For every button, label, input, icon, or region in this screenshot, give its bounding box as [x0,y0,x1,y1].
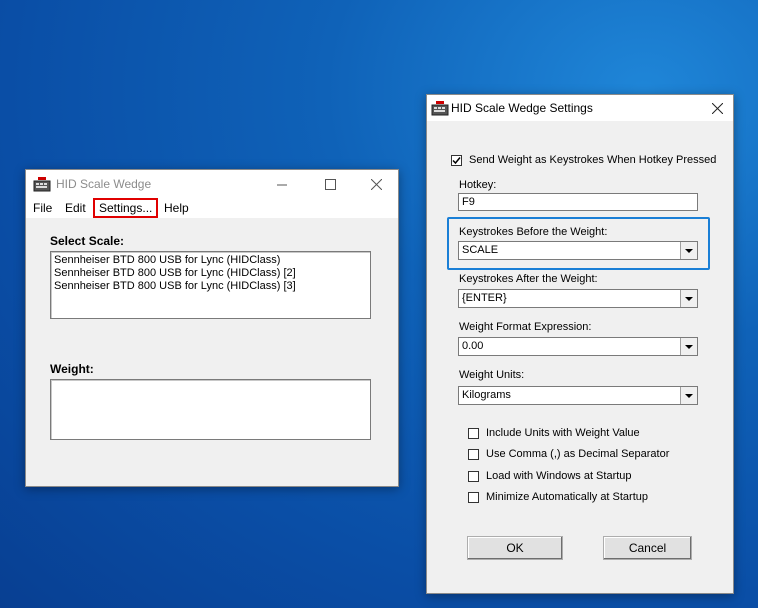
after-weight-label: Keystrokes After the Weight: [459,273,598,285]
app-icon [33,176,51,195]
list-item[interactable]: Sennheiser BTD 800 USB for Lync (HIDClas… [51,267,370,280]
comma-separator-row[interactable]: Use Comma (,) as Decimal Separator [468,448,669,460]
menu-help[interactable]: Help [160,200,193,216]
menu-edit[interactable]: Edit [61,200,90,216]
hotkey-label: Hotkey: [459,179,497,191]
main-titlebar[interactable]: HID Scale Wedge [26,170,398,198]
chevron-down-icon[interactable] [680,290,697,307]
close-icon[interactable] [707,98,727,118]
load-startup-row[interactable]: Load with Windows at Startup [468,470,632,482]
select-scale-label: Select Scale: [50,234,125,248]
settings-titlebar[interactable]: HID Scale Wedge Settings [427,95,733,121]
include-units-checkbox[interactable] [468,427,479,439]
format-expression-combo[interactable]: 0.00 [458,337,698,356]
list-item[interactable]: Sennheiser BTD 800 USB for Lync (HIDClas… [51,254,370,267]
scale-listbox[interactable]: Sennheiser BTD 800 USB for Lync (HIDClas… [50,251,371,319]
menu-bar: File Edit Settings... Help [26,198,398,218]
main-window: HID Scale Wedge File Edit Settings... He… [25,169,399,487]
settings-window-title: HID Scale Wedge Settings [451,101,593,115]
format-expression-value: 0.00 [462,340,484,352]
before-weight-value: SCALE [462,244,499,256]
comma-separator-checkbox[interactable] [468,448,479,460]
after-weight-value: {ENTER} [462,292,507,304]
chevron-down-icon[interactable] [680,338,697,355]
send-keystrokes-checkbox[interactable] [451,154,462,166]
maximize-icon[interactable] [320,174,340,194]
include-units-label: Include Units with Weight Value [486,427,640,439]
app-icon [431,100,449,119]
hotkey-field[interactable]: F9 [458,193,698,211]
ok-button[interactable]: OK [467,536,563,560]
load-startup-label: Load with Windows at Startup [486,470,632,482]
settings-window: HID Scale Wedge Settings Send Weight as … [426,94,734,594]
minimize-startup-label: Minimize Automatically at Startup [486,491,649,503]
chevron-down-icon[interactable] [680,242,697,259]
before-weight-label: Keystrokes Before the Weight: [459,226,608,238]
weight-label: Weight: [50,362,94,376]
menu-settings[interactable]: Settings... [92,198,159,218]
comma-separator-label: Use Comma (,) as Decimal Separator [486,448,670,460]
before-weight-combo[interactable]: SCALE [458,241,698,260]
weight-units-combo[interactable]: Kilograms [458,386,698,405]
checkmark-icon [452,156,461,164]
weight-display [50,379,371,440]
load-startup-checkbox[interactable] [468,470,479,482]
send-keystrokes-checkbox-row[interactable]: Send Weight as Keystrokes When Hotkey Pr… [451,154,716,166]
include-units-row[interactable]: Include Units with Weight Value [468,427,640,439]
list-item[interactable]: Sennheiser BTD 800 USB for Lync (HIDClas… [51,280,370,293]
weight-units-label: Weight Units: [459,369,525,381]
format-expression-label: Weight Format Expression: [459,321,592,333]
cancel-button[interactable]: Cancel [603,536,692,560]
close-icon[interactable] [366,174,386,194]
send-keystrokes-label: Send Weight as Keystrokes When Hotkey Pr… [469,154,717,166]
minimize-startup-checkbox[interactable] [468,491,479,503]
minimize-icon[interactable] [272,174,292,194]
after-weight-combo[interactable]: {ENTER} [458,289,698,308]
menu-file[interactable]: File [29,200,56,216]
chevron-down-icon[interactable] [680,387,697,404]
main-window-title: HID Scale Wedge [56,177,152,191]
minimize-startup-row[interactable]: Minimize Automatically at Startup [468,491,648,503]
weight-units-value: Kilograms [462,389,511,401]
